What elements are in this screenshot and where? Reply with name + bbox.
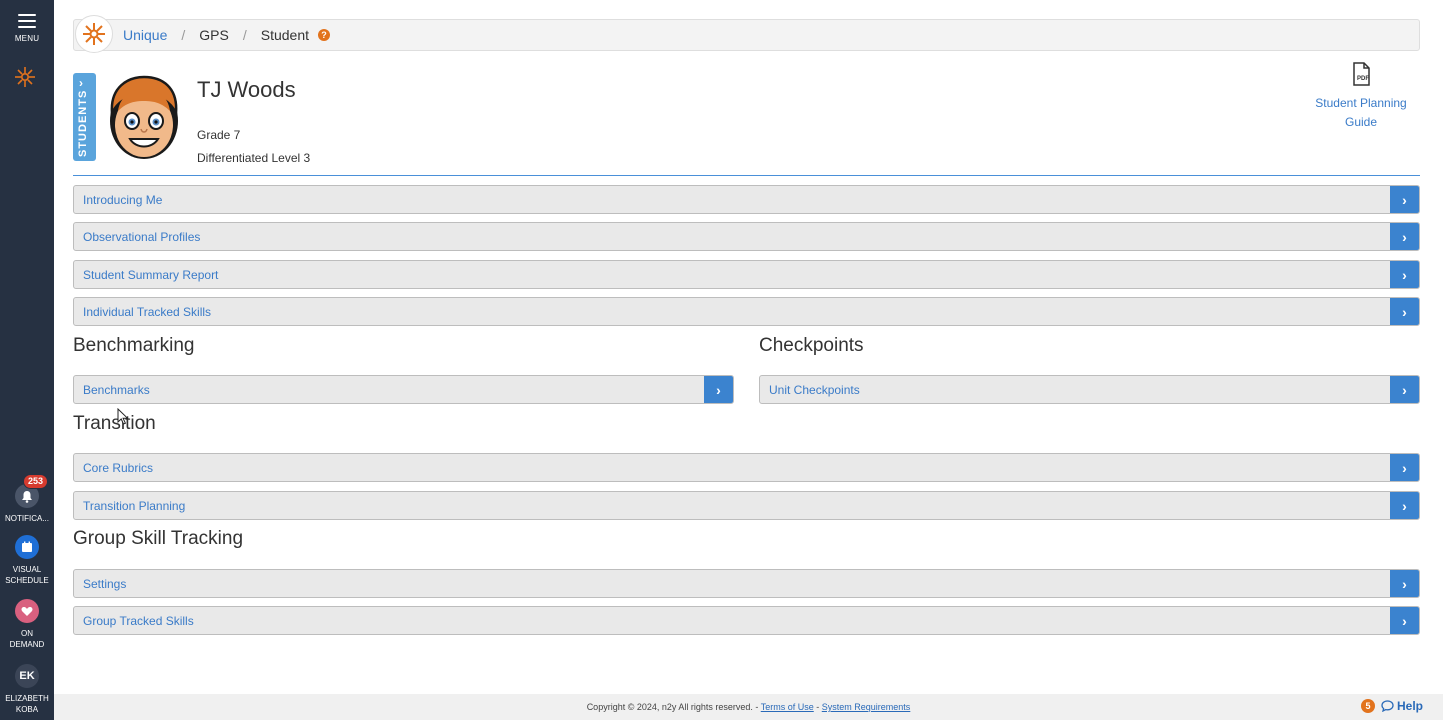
student-level: Differentiated Level 3: [197, 151, 311, 165]
section-title-transition: Transition: [73, 413, 156, 434]
panel-label: Introducing Me: [83, 192, 163, 207]
on-demand-button[interactable]: ON DEMAND: [0, 599, 54, 650]
chevron-right-icon[interactable]: ›: [1390, 186, 1419, 213]
panel-benchmarks[interactable]: Benchmarks ›: [73, 375, 734, 404]
panel-label: Settings: [83, 576, 127, 591]
section-title-checkpoints: Checkpoints: [759, 335, 864, 356]
chevron-right-icon[interactable]: ›: [1390, 607, 1419, 634]
chevron-right-icon: ›: [79, 76, 83, 90]
panel-label: Student Summary Report: [83, 267, 219, 282]
student-avatar: [110, 75, 178, 159]
help-count-badge: 5: [1360, 699, 1375, 713]
sidebar: MENU 253 NOTIFICA... VISUAL SCHEDULE ON …: [0, 0, 54, 720]
user-name-line-2: KOBA: [15, 705, 39, 714]
menu-button[interactable]: MENU: [0, 14, 54, 43]
notifications-button[interactable]: 253 NOTIFICA...: [0, 474, 54, 524]
footer-copyright-line: Copyright © 2024, n2y All rights reserve…: [54, 702, 1443, 712]
guide-label-line-1: Student Planning: [1315, 96, 1407, 110]
breadcrumb-current-page: Student: [260, 27, 309, 43]
chevron-right-icon[interactable]: ›: [1390, 261, 1419, 288]
svg-text:PDF: PDF: [1357, 76, 1369, 82]
panel-individual-tracked-skills[interactable]: Individual Tracked Skills ›: [73, 297, 1420, 326]
panel-student-summary-report[interactable]: Student Summary Report ›: [73, 260, 1420, 289]
footer: Copyright © 2024, n2y All rights reserve…: [54, 694, 1443, 720]
chevron-right-icon[interactable]: ›: [1390, 454, 1419, 481]
visual-schedule-label-1: VISUAL: [12, 565, 42, 574]
guide-label-line-2: Guide: [1344, 115, 1378, 129]
calendar-icon: [15, 535, 39, 559]
terms-of-use-link[interactable]: Terms of Use: [761, 702, 814, 712]
visual-schedule-button[interactable]: VISUAL SCHEDULE: [0, 535, 54, 586]
heart-icon: [15, 599, 39, 623]
user-profile-button[interactable]: EK ELIZABETH KOBA: [0, 664, 54, 715]
breadcrumb-separator: /: [242, 27, 247, 43]
panel-transition-planning[interactable]: Transition Planning ›: [73, 491, 1420, 520]
notification-count-badge: 253: [23, 474, 49, 489]
breadcrumb: Unique / GPS / Student ?: [73, 15, 1420, 53]
user-name-line-1: ELIZABETH: [5, 694, 49, 703]
hamburger-icon: [18, 14, 36, 28]
help-button[interactable]: 5 Help: [1360, 699, 1423, 713]
user-avatar: EK: [15, 664, 39, 688]
panel-settings[interactable]: Settings ›: [73, 569, 1420, 598]
panel-core-rubrics[interactable]: Core Rubrics ›: [73, 453, 1420, 482]
section-title-group-skill-tracking: Group Skill Tracking: [73, 528, 244, 549]
panel-label: Unit Checkpoints: [769, 382, 860, 397]
footer-separator: -: [813, 702, 822, 712]
help-label: Help: [1396, 699, 1423, 713]
breadcrumb-section: GPS: [199, 27, 229, 43]
chevron-right-icon[interactable]: ›: [1390, 376, 1419, 403]
panel-label: Benchmarks: [83, 382, 150, 397]
panel-label: Individual Tracked Skills: [83, 304, 212, 319]
chevron-right-icon[interactable]: ›: [1390, 223, 1419, 250]
panel-group-tracked-skills[interactable]: Group Tracked Skills ›: [73, 606, 1420, 635]
system-requirements-link[interactable]: System Requirements: [822, 702, 911, 712]
breadcrumb-separator: /: [181, 27, 186, 43]
chevron-right-icon[interactable]: ›: [704, 376, 733, 403]
section-title-benchmarking: Benchmarking: [73, 335, 195, 356]
panel-unit-checkpoints[interactable]: Unit Checkpoints ›: [759, 375, 1420, 404]
panel-label: Transition Planning: [83, 498, 186, 513]
student-planning-guide-link[interactable]: PDF Student Planning Guide: [1306, 62, 1416, 132]
on-demand-label-2: DEMAND: [9, 640, 45, 649]
menu-label: MENU: [14, 34, 40, 43]
panel-label: Core Rubrics: [83, 460, 154, 475]
chevron-right-icon[interactable]: ›: [1390, 492, 1419, 519]
panel-label: Group Tracked Skills: [83, 613, 194, 628]
chevron-right-icon[interactable]: ›: [1390, 298, 1419, 325]
panel-observational-profiles[interactable]: Observational Profiles ›: [73, 222, 1420, 251]
chat-bubble-icon: [1381, 700, 1394, 712]
students-tab-label: STUDENTS: [77, 89, 89, 157]
visual-schedule-label-2: SCHEDULE: [5, 576, 49, 585]
header-divider: [73, 175, 1420, 176]
on-demand-label-1: ON: [21, 629, 33, 638]
brand-logo-icon[interactable]: [14, 66, 36, 88]
breadcrumb-home-link[interactable]: Unique: [123, 27, 167, 43]
students-drawer-tab[interactable]: › STUDENTS: [73, 73, 96, 161]
unique-logo-icon[interactable]: [75, 15, 113, 53]
pdf-file-icon: PDF: [1353, 62, 1370, 86]
mouse-cursor-icon: [117, 408, 129, 425]
student-grade: Grade 7: [197, 128, 241, 142]
panel-introducing-me[interactable]: Introducing Me ›: [73, 185, 1420, 214]
help-question-icon[interactable]: ?: [318, 29, 330, 41]
copyright-text: Copyright © 2024, n2y All rights reserve…: [586, 702, 761, 712]
notifications-label: NOTIFICA...: [5, 514, 49, 523]
student-name: TJ Woods: [197, 77, 296, 102]
panel-label: Observational Profiles: [83, 229, 201, 244]
chevron-right-icon[interactable]: ›: [1390, 570, 1419, 597]
